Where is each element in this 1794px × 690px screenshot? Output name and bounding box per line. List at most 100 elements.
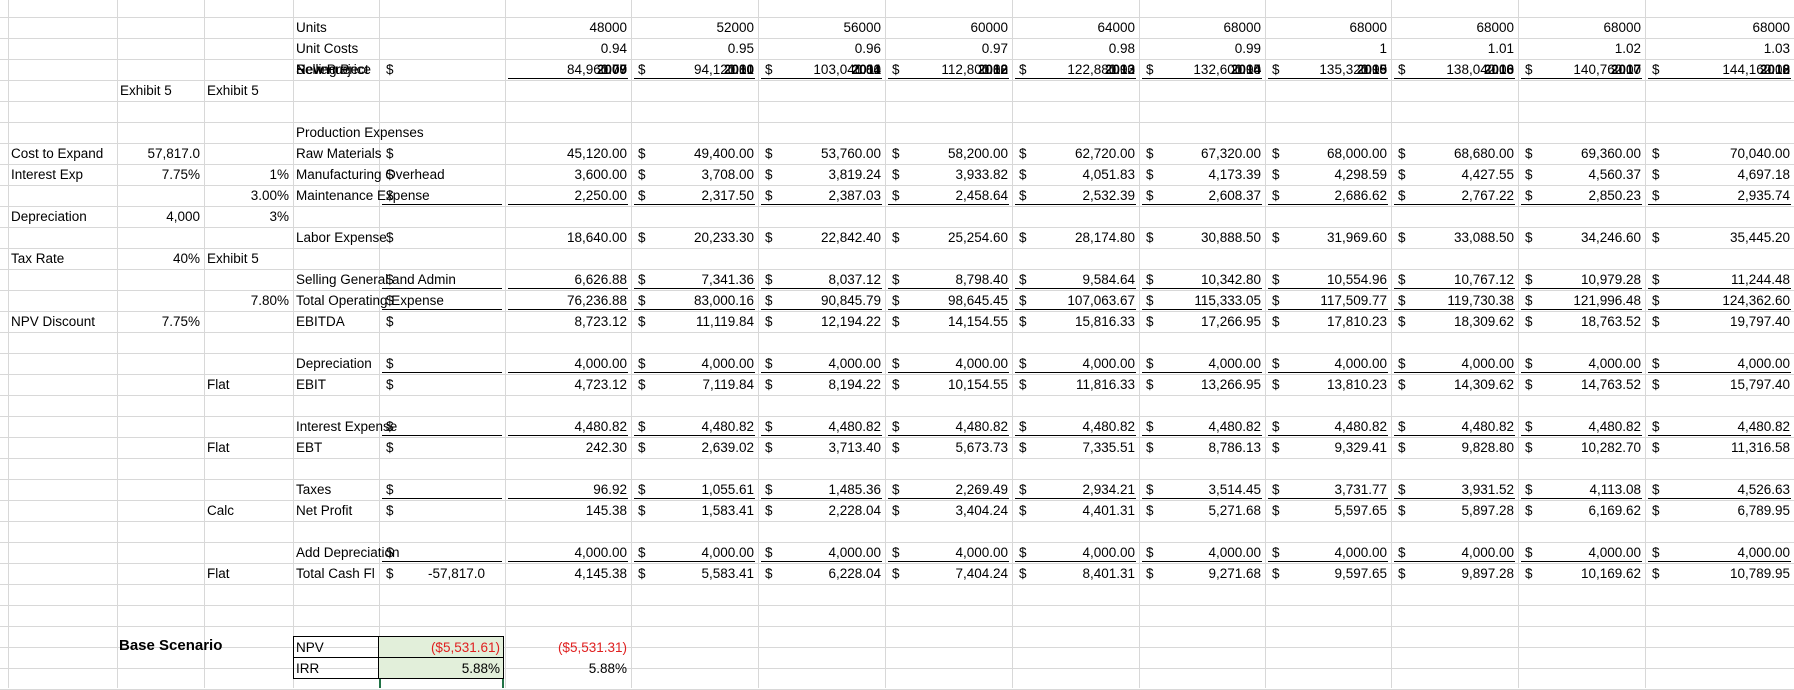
value-cell[interactable]: 11,244.48 <box>1645 269 1794 290</box>
value-cell[interactable]: 28,174.80 <box>1012 227 1139 248</box>
value-cell[interactable]: 98,645.45 <box>885 290 1012 311</box>
value-cell[interactable]: 4,000.00 <box>1265 542 1391 563</box>
value-cell[interactable]: 25,254.60 <box>885 227 1012 248</box>
spreadsheet-grid[interactable]: Exhibit 5 Exhibit 5 Cost to Expand 57,817.0… <box>0 0 1794 690</box>
value-cell[interactable]: 76,236.88 <box>505 290 631 311</box>
value-cell[interactable]: 3,931.52 <box>1391 479 1518 500</box>
value-cell[interactable]: 4,480.82 <box>1645 416 1794 437</box>
value-cell[interactable]: 3,404.24 <box>885 500 1012 521</box>
value-cell[interactable]: 4,000.00 <box>758 353 885 374</box>
value-cell[interactable]: 138,040.00 <box>1391 59 1518 80</box>
value-cell[interactable]: 4,000.00 <box>1645 542 1794 563</box>
value-cell[interactable]: 14,154.55 <box>885 311 1012 332</box>
value-cell[interactable]: 8,194.22 <box>758 374 885 395</box>
value-cell[interactable]: 9,584.64 <box>1012 269 1139 290</box>
value-cell[interactable]: 6,789.95 <box>1645 500 1794 521</box>
input-cell[interactable]: 7.80% <box>204 290 293 311</box>
input-cell[interactable]: Flat <box>204 374 293 395</box>
value-cell[interactable]: 8,798.40 <box>885 269 1012 290</box>
driver-value-cell[interactable]: 64000 <box>1012 17 1139 38</box>
value-cell[interactable]: 4,145.38 <box>505 563 631 584</box>
value-cell[interactable]: 4,723.12 <box>505 374 631 395</box>
value-cell[interactable]: 30,888.50 <box>1139 227 1265 248</box>
value-cell[interactable]: 4,480.82 <box>1518 416 1645 437</box>
value-cell[interactable]: 5,673.73 <box>885 437 1012 458</box>
value-cell[interactable]: 6,626.88 <box>505 269 631 290</box>
driver-value-cell[interactable]: 68000 <box>1518 17 1645 38</box>
value-cell[interactable]: 1,485.36 <box>758 479 885 500</box>
value-cell[interactable]: 4,173.39 <box>1139 164 1265 185</box>
value-cell[interactable]: 83,000.16 <box>631 290 758 311</box>
value-cell[interactable]: 4,401.31 <box>1012 500 1139 521</box>
value-cell[interactable]: 6,228.04 <box>758 563 885 584</box>
value-cell[interactable]: 96.92 <box>505 479 631 500</box>
input-cell[interactable]: Exhibit 5 <box>204 80 293 101</box>
value-cell[interactable]: 18,309.62 <box>1391 311 1518 332</box>
value-cell[interactable]: 2,934.21 <box>1012 479 1139 500</box>
input-cell[interactable]: 3% <box>204 206 293 227</box>
input-cell[interactable]: 40% <box>117 248 204 269</box>
value-cell[interactable]: 5,897.28 <box>1391 500 1518 521</box>
value-cell[interactable]: 70,040.00 <box>1645 143 1794 164</box>
value-cell[interactable]: 8,723.12 <box>505 311 631 332</box>
input-cell[interactable]: 57,817.0 <box>117 143 204 164</box>
value-cell[interactable]: 4,000.00 <box>631 353 758 374</box>
value-cell[interactable]: 10,342.80 <box>1139 269 1265 290</box>
value-cell[interactable]: 4,000.00 <box>885 353 1012 374</box>
driver-value-cell[interactable]: 48000 <box>505 17 631 38</box>
value-cell[interactable]: 10,554.96 <box>1265 269 1391 290</box>
value-cell[interactable]: 11,316.58 <box>1645 437 1794 458</box>
value-cell[interactable]: 7,341.36 <box>631 269 758 290</box>
value-cell[interactable]: 5,271.68 <box>1139 500 1265 521</box>
value-cell[interactable]: 4,526.63 <box>1645 479 1794 500</box>
value-cell[interactable]: 45,120.00 <box>505 143 631 164</box>
value-cell[interactable]: 69,360.00 <box>1518 143 1645 164</box>
driver-value-cell[interactable]: 0.95 <box>631 38 758 59</box>
value-cell[interactable]: 84,960.00 <box>505 59 631 80</box>
value-cell[interactable]: 4,000.00 <box>885 542 1012 563</box>
value-cell[interactable]: 9,897.28 <box>1391 563 1518 584</box>
value-cell[interactable]: 14,309.62 <box>1391 374 1518 395</box>
driver-value-cell[interactable]: 52000 <box>631 17 758 38</box>
value-cell[interactable]: 4,000.00 <box>1518 353 1645 374</box>
value-cell[interactable]: 9,271.68 <box>1139 563 1265 584</box>
value-cell[interactable]: 3,933.82 <box>885 164 1012 185</box>
driver-value-cell[interactable]: 1.01 <box>1391 38 1518 59</box>
row-label[interactable]: Units <box>293 17 379 38</box>
driver-value-cell[interactable]: 1.02 <box>1518 38 1645 59</box>
driver-value-cell[interactable]: 1.03 <box>1645 38 1794 59</box>
npv-check-value[interactable]: ($5,531.31) <box>505 637 631 658</box>
value-cell[interactable]: 15,816.33 <box>1012 311 1139 332</box>
value-cell[interactable]: 3,708.00 <box>631 164 758 185</box>
value-cell[interactable]: 2,317.50 <box>631 185 758 206</box>
value-cell[interactable]: 122,880.00 <box>1012 59 1139 80</box>
row-label[interactable]: Revenue <box>293 59 379 80</box>
value-cell[interactable]: 124,362.60 <box>1645 290 1794 311</box>
input-cell[interactable]: Tax Rate <box>8 248 117 269</box>
value-cell[interactable]: 4,000.00 <box>1012 542 1139 563</box>
value-cell[interactable]: 13,266.95 <box>1139 374 1265 395</box>
driver-value-cell[interactable]: 68000 <box>1391 17 1518 38</box>
value-cell[interactable]: 68,680.00 <box>1391 143 1518 164</box>
value-cell[interactable]: 135,320.00 <box>1265 59 1391 80</box>
value-cell[interactable]: 68,000.00 <box>1265 143 1391 164</box>
value-cell[interactable]: 22,842.40 <box>758 227 885 248</box>
value-cell[interactable]: 107,063.67 <box>1012 290 1139 311</box>
value-cell[interactable]: 20,233.30 <box>631 227 758 248</box>
value-cell[interactable]: 33,088.50 <box>1391 227 1518 248</box>
value-cell[interactable]: 117,509.77 <box>1265 290 1391 311</box>
driver-value-cell[interactable]: 68000 <box>1645 17 1794 38</box>
value-cell[interactable]: 4,000.00 <box>1518 542 1645 563</box>
driver-value-cell[interactable]: 68000 <box>1139 17 1265 38</box>
value-cell[interactable]: 145.38 <box>505 500 631 521</box>
value-cell[interactable]: 4,000.00 <box>505 542 631 563</box>
value-cell[interactable]: 4,000.00 <box>1012 353 1139 374</box>
npv-value[interactable]: ($5,531.61) <box>379 637 504 658</box>
initial-outlay-cell[interactable]: -57,817.0 <box>379 563 505 584</box>
value-cell[interactable]: 62,720.00 <box>1012 143 1139 164</box>
value-cell[interactable]: 2,935.74 <box>1645 185 1794 206</box>
value-cell[interactable]: 2,532.39 <box>1012 185 1139 206</box>
value-cell[interactable]: 4,000.00 <box>1645 353 1794 374</box>
row-label[interactable]: EBIT <box>293 374 379 395</box>
row-label[interactable]: Manufacturing Overhead <box>293 164 445 185</box>
